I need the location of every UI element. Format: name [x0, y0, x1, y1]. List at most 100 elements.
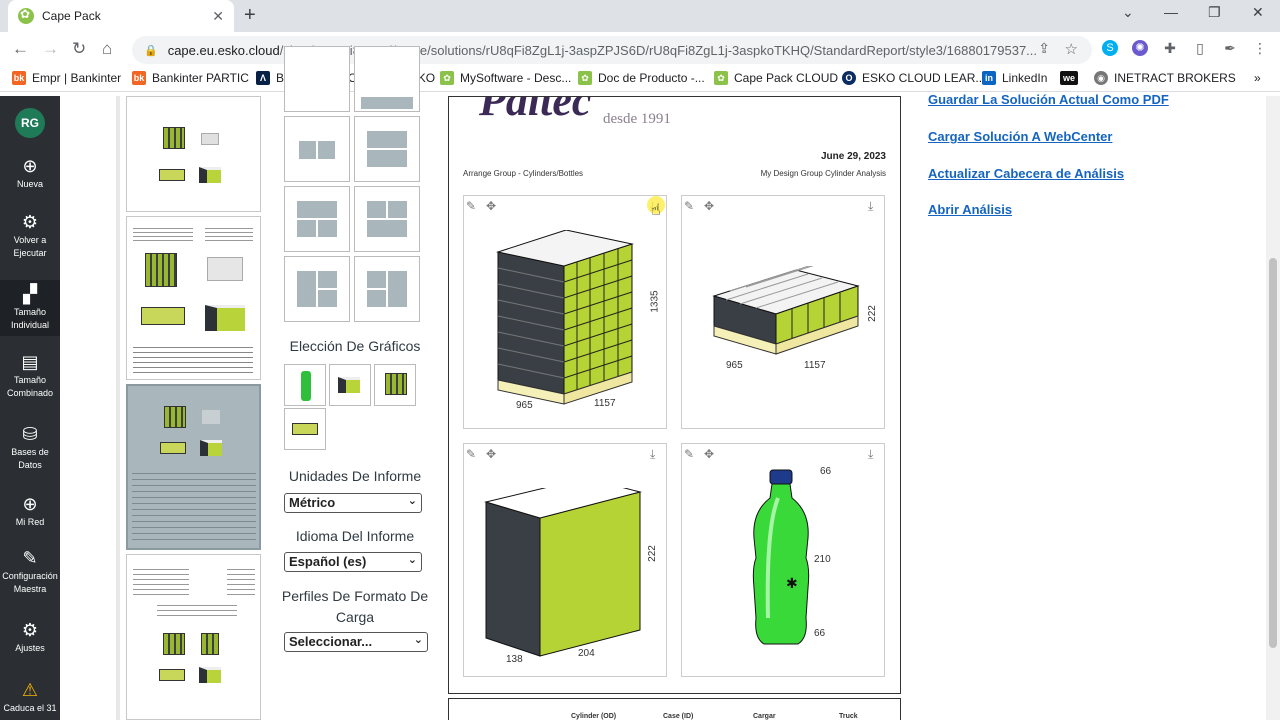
sidebar-item-nueva[interactable]: ⊕ Nueva [0, 156, 60, 191]
thumbnail-scrollbar[interactable] [116, 96, 120, 720]
case-graphic-panel[interactable]: ✎ ✥ ⤓ 138 204 222 [463, 443, 667, 677]
bookmark-star-icon[interactable]: ☆ [1065, 40, 1078, 58]
layout-option-two-rows[interactable] [354, 116, 420, 182]
extension-flower-icon[interactable]: ✺ [1132, 40, 1148, 56]
sidepanel-icon[interactable]: ▯ [1192, 40, 1208, 56]
table-header: Truck [839, 713, 858, 720]
layout-option-three-vertical[interactable] [284, 256, 350, 322]
pallet-dim-depth: 1157 [594, 398, 616, 409]
layout-option-three[interactable] [284, 186, 350, 252]
bottle-graphic-option[interactable] [284, 364, 326, 406]
move-icon[interactable]: ✥ [704, 199, 714, 213]
edit-icon[interactable]: ✎ [684, 447, 694, 461]
report-style-thumbnail[interactable] [126, 554, 261, 720]
bottle-graphic-panel[interactable]: ✎ ✥ ⤓ ✱ 66 210 66 [681, 443, 885, 677]
bookmark-item[interactable]: ✿ Cape Pack CLOUD [714, 71, 838, 85]
open-analysis-link[interactable]: Abrir Análisis [928, 202, 1012, 217]
reload-icon[interactable]: ↻ [72, 39, 86, 59]
case-graphic-option[interactable] [329, 364, 371, 406]
save-as-pdf-link[interactable]: Guardar La Solución Actual Como PDF [928, 92, 1169, 107]
layout-option-three-alt[interactable] [354, 186, 420, 252]
sidebar-item-tamano-combinado[interactable]: ▤ Tamaño Combinado [0, 352, 60, 400]
sidebar-item-label: Configuración Maestra [2, 571, 58, 594]
bookmark-item[interactable]: bk Empr | Bankinter [12, 71, 121, 85]
pallet-dim-width: 965 [516, 400, 533, 411]
pen-extension-icon[interactable]: ✒ [1222, 40, 1238, 56]
load-format-profiles-value: Seleccionar... [289, 634, 373, 649]
bookmark-item[interactable]: bk Bankinter PARTIC [132, 71, 249, 85]
rerun-icon: ⚙ [21, 212, 39, 232]
layout-option-two-columns[interactable] [284, 116, 350, 182]
cape-pack-favicon-icon [18, 7, 34, 24]
report-style-thumbnail-selected[interactable] [126, 384, 261, 550]
load-format-profiles-select[interactable]: Seleccionar... ⌄ [284, 632, 428, 652]
sidebar-item-volver-a-ejecutar[interactable]: ⚙ Volver a Ejecutar [0, 212, 60, 260]
sidebar-item-mi-red[interactable]: ⊕ Mi Red [0, 494, 60, 529]
report-style-thumbnail[interactable] [126, 96, 261, 212]
bookmark-item[interactable]: ✿ MySoftware - Desc... [440, 71, 571, 85]
bookmark-label: LinkedIn [1002, 71, 1048, 85]
sidebar-item-ajustes[interactable]: ⚙ Ajustes [0, 620, 60, 655]
company-tagline: desde 1991 [603, 111, 671, 127]
move-icon[interactable]: ✥ [486, 447, 496, 461]
bookmark-item[interactable]: ✿ Doc de Producto -... [578, 71, 705, 85]
pallet-graphic-option[interactable] [374, 364, 416, 406]
bookmark-item[interactable]: in LinkedIn [982, 71, 1047, 85]
upload-to-webcenter-link[interactable]: Cargar Solución A WebCenter [928, 129, 1112, 144]
browser-menu-icon[interactable]: ⋮ [1252, 40, 1268, 56]
window-close-icon[interactable]: ✕ [1252, 4, 1264, 21]
bookmark-item[interactable]: we [1060, 71, 1084, 85]
scrollbar-thumb[interactable] [1269, 258, 1277, 648]
report-language-select[interactable]: Español (es) ⌄ [284, 552, 422, 572]
layer-dim-depth: 1157 [804, 360, 826, 371]
tab-close-icon[interactable]: ✕ [212, 8, 224, 25]
download-icon[interactable]: ⤓ [868, 199, 873, 214]
move-icon[interactable]: ✥ [486, 199, 496, 213]
skype-extension-icon[interactable]: S [1102, 40, 1118, 56]
bookmark-favicon-icon: we [1060, 71, 1078, 85]
edit-icon[interactable]: ✎ [684, 199, 694, 213]
report-units-select[interactable]: Métrico ⌄ [284, 493, 422, 513]
company-logo: Paltec [479, 96, 592, 125]
minimize-icon[interactable]: — [1164, 4, 1178, 20]
tab-search-chevron-icon[interactable]: ⌄ [1122, 4, 1134, 21]
page-scrollbar[interactable] [1266, 96, 1280, 720]
edit-icon[interactable]: ✎ [466, 199, 476, 213]
update-analysis-header-link[interactable]: Actualizar Cabecera de Análisis [928, 166, 1124, 181]
forward-arrow-icon[interactable]: → [42, 39, 59, 59]
extensions-puzzle-icon[interactable]: ✚ [1162, 40, 1178, 56]
bookmark-item[interactable]: ◉ INETRACT BROKERS [1094, 71, 1236, 85]
sidebar-item-label: Tamaño Individual [10, 307, 50, 330]
pallet-thumb-image [164, 406, 186, 428]
sidebar-item-configuracion-maestra[interactable]: ✎ Configuración Maestra [0, 548, 60, 596]
report-table-preview: Cylinder (OD) Case (ID) Cargar Truck [448, 698, 901, 720]
edit-icon[interactable]: ✎ [466, 447, 476, 461]
bookmark-label: Doc de Producto -... [598, 71, 705, 85]
download-icon[interactable]: ⤓ [868, 447, 873, 462]
report-style-thumbnail[interactable] [126, 216, 261, 380]
back-arrow-icon[interactable]: ← [12, 39, 29, 59]
hand-cursor-icon [647, 196, 665, 220]
layout-option[interactable] [284, 46, 350, 112]
bookmarks-overflow-icon[interactable]: » [1254, 71, 1261, 85]
restore-icon[interactable]: ❐ [1208, 4, 1221, 21]
bookmark-item[interactable]: O ESKO CLOUD LEAR... [842, 71, 985, 85]
sidebar-item-caduca[interactable]: ⚠ Caduca el 31 [0, 680, 60, 715]
layer-graphic-option[interactable] [284, 408, 326, 450]
layer-graphic-panel[interactable]: ✎ ✥ ⤓ 965 1157 222 [681, 195, 885, 429]
new-tab-icon[interactable]: + [244, 4, 256, 27]
download-icon[interactable]: ⤓ [650, 447, 655, 462]
home-icon[interactable]: ⌂ [102, 39, 112, 59]
layout-option[interactable] [354, 46, 420, 112]
bookmark-label: Empr | Bankinter [32, 71, 122, 85]
layout-option-three-vertical-alt[interactable] [354, 256, 420, 322]
share-icon[interactable]: ⇪ [1038, 40, 1050, 57]
browser-tab[interactable]: Cape Pack ✕ [8, 0, 234, 32]
sidebar-item-bases-de-datos[interactable]: ⛁ Bases de Datos [0, 424, 60, 472]
sidebar-item-tamano-individual[interactable]: ▞ Tamaño Individual [0, 280, 60, 336]
avatar[interactable]: RG [15, 108, 45, 138]
move-icon[interactable]: ✥ [704, 447, 714, 461]
address-bar[interactable]: 🔒 cape.eu.esko.cloud/sites/rU8qFi8ZgL1j/… [132, 36, 1092, 64]
layer-thumb-image [159, 169, 185, 181]
pallet-graphic-panel[interactable]: ✎ ✥ ⤓ 965 1157 1335 [463, 195, 667, 429]
